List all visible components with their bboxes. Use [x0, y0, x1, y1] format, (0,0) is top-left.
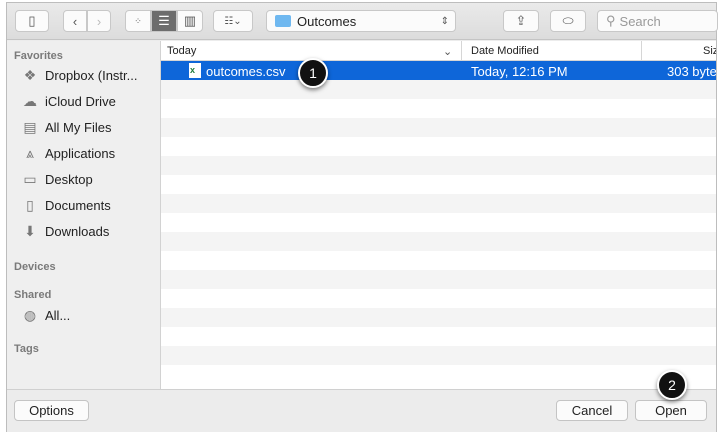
downloads-icon: ⬇: [24, 223, 36, 239]
sidebar-item-label: iCloud Drive: [45, 93, 116, 109]
chevron-left-icon: ‹: [72, 13, 78, 29]
dropbox-icon: ❖: [23, 67, 37, 83]
tag-icon: ⬭: [562, 13, 574, 28]
sidebar-item-label: All My Files: [45, 119, 112, 135]
file-date: Today, 12:16 PM: [471, 64, 568, 79]
empty-row: [161, 365, 716, 384]
sidebar-item-downloads[interactable]: ⬇ Downloads: [21, 223, 109, 239]
column-view-button[interactable]: ▥: [177, 10, 203, 32]
empty-row: [161, 327, 716, 346]
empty-row: [161, 118, 716, 137]
empty-row: [161, 99, 716, 118]
column-header-size[interactable]: Size: [703, 45, 716, 57]
list-view-button[interactable]: ☰: [151, 10, 177, 32]
sidebar-item-dropbox[interactable]: ❖ Dropbox (Instr...: [21, 67, 138, 83]
sidebar-item-documents[interactable]: ▯ Documents: [21, 197, 111, 213]
applications-icon: ⩓: [26, 145, 34, 161]
empty-row: [161, 251, 716, 270]
empty-row: [161, 289, 716, 308]
empty-row: [161, 175, 716, 194]
sidebar-icon: ▯: [28, 13, 36, 28]
column-header-date[interactable]: Date Modified: [471, 45, 539, 57]
empty-row: [161, 194, 716, 213]
icon-view-button[interactable]: ⁘: [125, 10, 151, 32]
share-button[interactable]: ⇪: [503, 10, 539, 32]
arrange-icon: ☷⌄: [224, 15, 242, 27]
sidebar-toggle-button[interactable]: ▯: [15, 10, 49, 32]
cancel-label: Cancel: [571, 403, 613, 418]
empty-row: [161, 156, 716, 175]
column-header-name[interactable]: Today: [167, 45, 196, 57]
open-button[interactable]: Open: [635, 400, 707, 421]
sidebar-item-label: Dropbox (Instr...: [45, 67, 138, 83]
empty-row: [161, 346, 716, 365]
options-label: Options: [29, 403, 74, 418]
folder-icon: [275, 15, 291, 27]
open-label: Open: [655, 403, 687, 418]
documents-icon: ▯: [26, 197, 34, 213]
desktop-icon: ▭: [23, 171, 37, 187]
cancel-button[interactable]: Cancel: [556, 400, 628, 421]
back-button[interactable]: ‹: [63, 10, 87, 32]
search-icon: ⚲: [606, 13, 616, 28]
callout-badge-2: 2: [657, 370, 687, 400]
tags-header: Tags: [14, 343, 39, 355]
empty-row: [161, 80, 716, 99]
favorites-header: Favorites: [14, 50, 63, 62]
empty-row: [161, 232, 716, 251]
sidebar-item-icloud-drive[interactable]: ☁ iCloud Drive: [21, 93, 116, 109]
updown-chevron-icon: ⇕: [440, 15, 449, 27]
empty-row: [161, 308, 716, 327]
file-name: outcomes.csv: [206, 64, 286, 79]
shared-header: Shared: [14, 289, 52, 301]
empty-row: [161, 270, 716, 289]
file-row[interactable]: x outcomes.csv Today, 12:16 PM 303 bytes: [161, 61, 716, 80]
cloud-icon: ☁: [23, 93, 37, 109]
grid-icon: ⁘: [134, 15, 142, 26]
file-size: 303 bytes: [667, 64, 716, 79]
sidebar-item-label: All...: [45, 307, 71, 323]
sidebar-item-label: Applications: [45, 145, 116, 161]
sidebar-item-label: Desktop: [45, 171, 93, 187]
sidebar: Favorites ❖ Dropbox (Instr... ☁ iCloud Dri…: [7, 41, 161, 389]
columns-icon: ▥: [183, 13, 197, 28]
options-button[interactable]: Options: [14, 400, 89, 421]
location-popup[interactable]: Outcomes ⇕: [266, 10, 456, 32]
sidebar-item-label: Documents: [45, 197, 111, 213]
sidebar-item-label: Downloads: [45, 223, 110, 239]
sidebar-item-all-shared[interactable]: ◍ All...: [21, 307, 70, 323]
open-file-dialog: ▯ ‹ › ⁘ ☰ ▥ ☷⌄ Outcomes ⇕ ⇪ ⬭ ⚲ Search F…: [6, 2, 718, 432]
toolbar: ▯ ‹ › ⁘ ☰ ▥ ☷⌄ Outcomes ⇕ ⇪ ⬭ ⚲ Search: [7, 3, 718, 40]
location-label: Outcomes: [297, 13, 357, 29]
search-field[interactable]: ⚲ Search: [597, 10, 718, 32]
sidebar-item-desktop[interactable]: ▭ Desktop: [21, 171, 93, 187]
sidebar-item-all-my-files[interactable]: ▤ All My Files: [21, 119, 111, 135]
sort-chevron-icon: ⌄: [443, 46, 453, 58]
excel-file-icon: x: [189, 63, 201, 78]
list-icon: ☰: [158, 13, 170, 28]
arrange-button[interactable]: ☷⌄: [213, 10, 253, 32]
tag-button[interactable]: ⬭: [550, 10, 586, 32]
sidebar-item-applications[interactable]: ⩓ Applications: [21, 145, 115, 161]
bottom-bar: Options Cancel Open: [7, 389, 716, 432]
forward-button[interactable]: ›: [87, 10, 111, 32]
devices-header: Devices: [14, 261, 56, 273]
file-list: Today ⌄ Date Modified Size x outcomes.cs…: [161, 41, 716, 389]
chevron-right-icon: ›: [96, 13, 102, 29]
empty-row: [161, 137, 716, 156]
callout-badge-1: 1: [298, 58, 328, 88]
all-files-icon: ▤: [23, 119, 37, 135]
empty-row: [161, 213, 716, 232]
share-icon: ⇪: [515, 13, 527, 28]
network-icon: ◍: [23, 307, 37, 323]
search-placeholder: Search: [619, 13, 661, 29]
column-headers: Today ⌄ Date Modified Size: [161, 41, 716, 61]
